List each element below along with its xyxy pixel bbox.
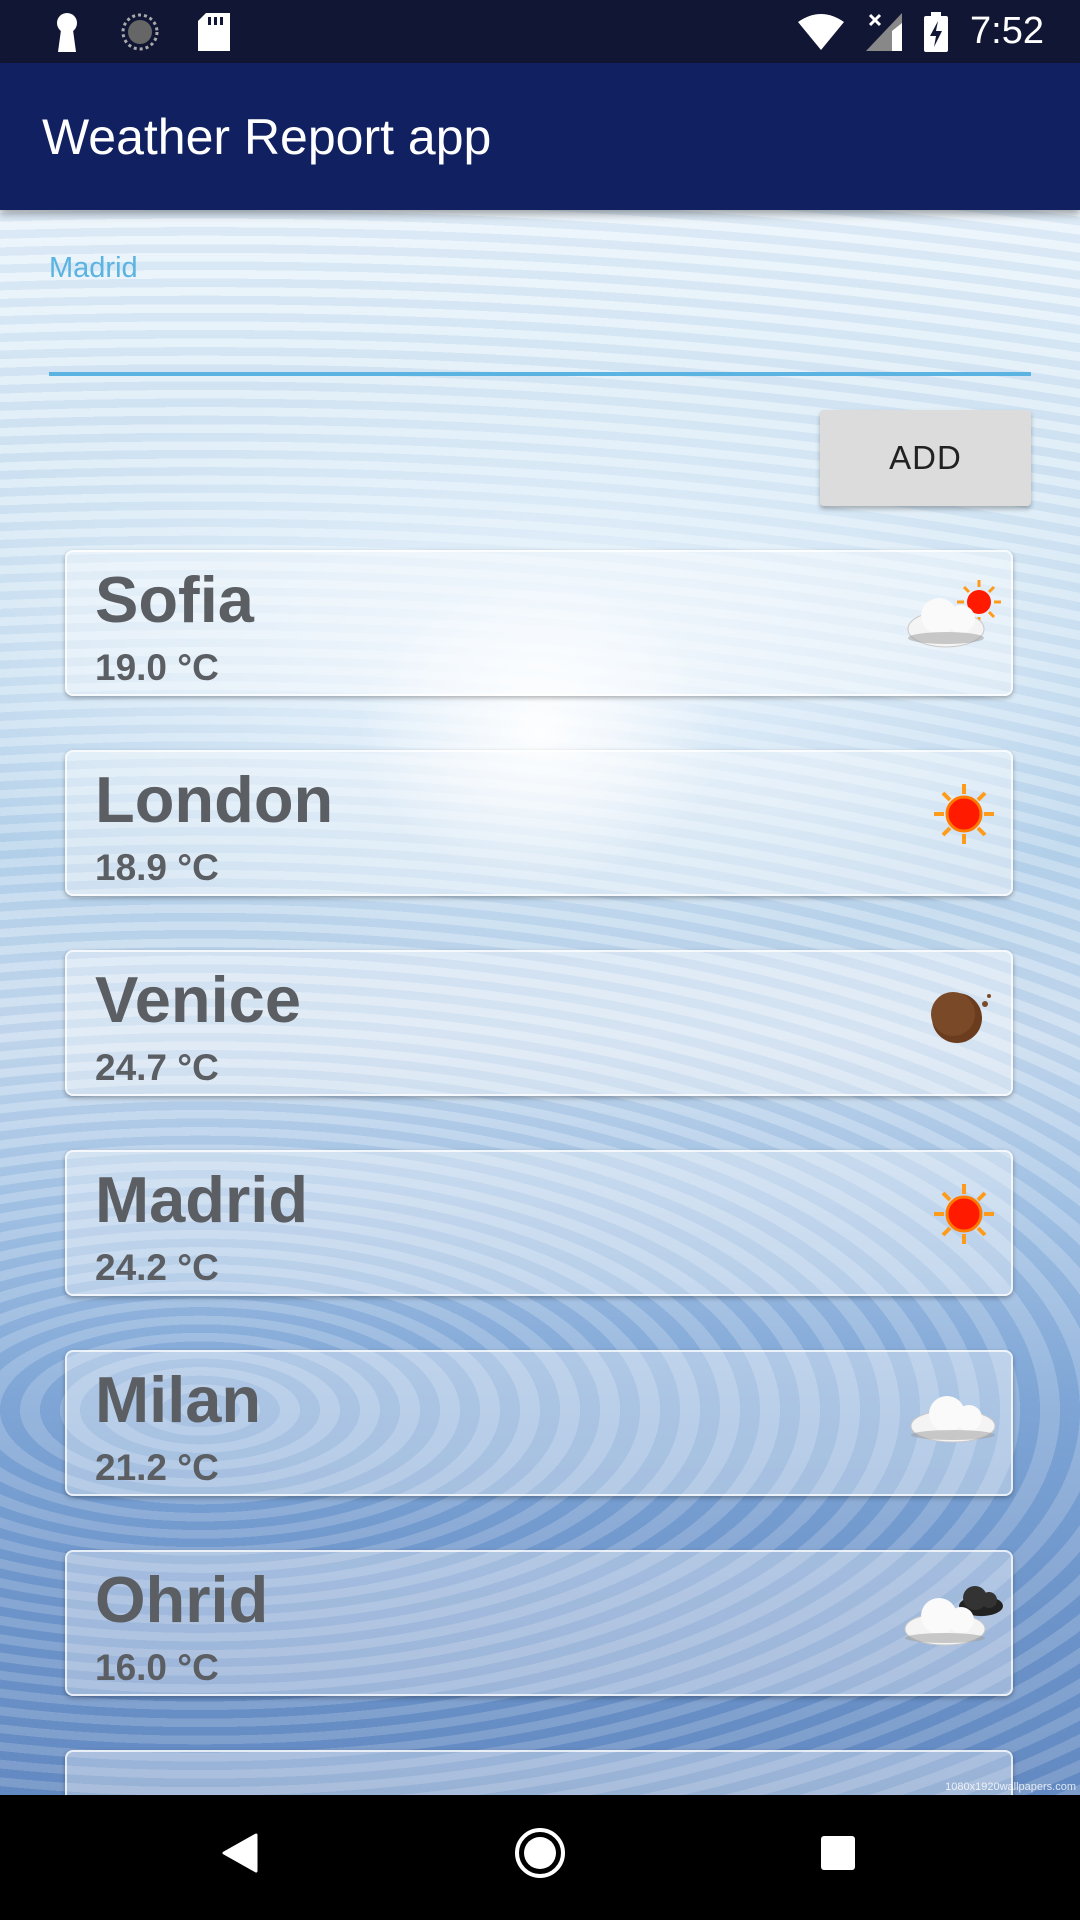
sun-icon [934,1184,994,1244]
city-temperature: 24.2 °C [95,1247,219,1288]
city-temperature: 18.9 °C [95,847,219,888]
main-content: Madrid ADD Sofia 19.0 °C London 18.9 °C … [0,210,1080,1795]
app-title: Weather Report app [42,109,492,165]
city-name: Madrid [95,1163,309,1236]
wallpaper-watermark: 1080x1920wallpapers.com [945,1781,1076,1793]
recents-icon[interactable] [820,1835,856,1871]
cloud-icon [910,1396,996,1443]
add-button[interactable]: ADD [820,410,1031,506]
keyhole-icon [57,13,77,52]
city-card-partial[interactable] [65,1750,1013,1795]
app-bar: Weather Report app [0,63,1080,210]
city-card[interactable]: Sofia 19.0 °C [65,550,1013,696]
city-card[interactable]: Ohrid 16.0 °C [65,1550,1013,1696]
home-icon[interactable] [514,1827,566,1879]
city-field-label: Madrid [49,252,138,284]
status-time: 7:52 [970,10,1044,52]
city-name: Ohrid [95,1563,269,1636]
battery-charging-icon [924,11,949,52]
moon-icon [931,992,991,1043]
status-bar: 7:52 [0,0,1080,63]
no-signal-icon [866,12,903,51]
back-icon[interactable] [222,1833,258,1873]
city-name: London [95,763,334,836]
city-input[interactable] [49,290,1035,352]
city-name: Sofia [95,563,254,636]
city-input-underline [49,372,1031,376]
wifi-icon [798,13,845,50]
city-card[interactable]: London 18.9 °C [65,750,1013,896]
cloud-sun-icon [907,580,1001,648]
city-temperature: 19.0 °C [95,647,219,688]
sync-circle-icon [121,13,159,51]
navigation-bar [0,1795,1080,1920]
city-temperature: 24.7 °C [95,1047,219,1088]
city-card[interactable]: Milan 21.2 °C [65,1350,1013,1496]
city-temperature: 16.0 °C [95,1647,219,1688]
cloud-dark-cloud-icon [904,1586,1003,1646]
city-card[interactable]: Madrid 24.2 °C [65,1150,1013,1296]
city-name: Venice [95,963,301,1036]
sd-card-icon [198,13,230,51]
city-card[interactable]: Venice 24.7 °C [65,950,1013,1096]
city-name: Milan [95,1363,262,1436]
sun-icon [934,784,994,844]
city-temperature: 21.2 °C [95,1447,219,1488]
